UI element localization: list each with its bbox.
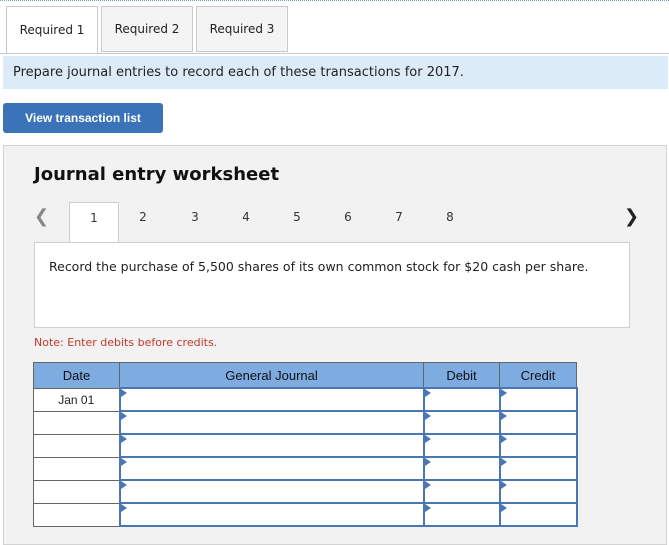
tab-required-1[interactable]: Required 1 [6,6,98,54]
table-row: Jan 01 [33,387,578,412]
dropdown-marker-icon [500,412,507,420]
page-4[interactable]: 4 [238,210,254,224]
page-3[interactable]: 3 [187,210,203,224]
header-debit: Debit [423,362,500,389]
date-cell[interactable] [33,456,120,481]
tab-required-2[interactable]: Required 2 [101,6,193,52]
credit-input[interactable] [498,502,578,527]
credit-input[interactable] [498,456,578,481]
table-row [33,410,578,435]
top-dotted-line [0,0,669,1]
transaction-description: Record the purchase of 5,500 shares of i… [34,242,630,328]
tab-required-3[interactable]: Required 3 [196,6,288,52]
table-row [33,433,578,458]
header-date: Date [33,362,120,389]
debit-input[interactable] [422,502,501,527]
date-cell[interactable] [33,433,120,458]
page-2[interactable]: 2 [135,210,151,224]
dropdown-marker-icon [424,389,431,397]
chevron-left-icon[interactable]: ❮ [34,206,49,227]
tab-divider [0,53,669,54]
date-cell: Jan 01 [33,387,120,412]
journal-worksheet-panel: Journal entry worksheet ❮ 1 2 3 4 5 6 7 … [3,145,667,545]
account-input[interactable] [118,387,425,412]
credit-input[interactable] [498,479,578,504]
page-5[interactable]: 5 [289,210,305,224]
page-1[interactable]: 1 [69,202,119,244]
date-cell[interactable] [33,479,120,504]
table-row [33,456,578,481]
dropdown-marker-icon [500,481,507,489]
dropdown-marker-icon [120,504,127,512]
table-row [33,479,578,504]
dropdown-marker-icon [500,435,507,443]
instruction-banner: Prepare journal entries to record each o… [3,56,668,89]
page-7[interactable]: 7 [391,210,407,224]
date-cell[interactable] [33,410,120,435]
page-6[interactable]: 6 [340,210,356,224]
view-transaction-list-button[interactable]: View transaction list [3,103,163,133]
credit-input[interactable] [498,410,578,435]
debit-input[interactable] [422,433,501,458]
dropdown-marker-icon [424,504,431,512]
account-input[interactable] [118,433,425,458]
table-row [33,502,578,527]
dropdown-marker-icon [120,389,127,397]
header-credit: Credit [499,362,577,389]
dropdown-marker-icon [500,389,507,397]
account-input[interactable] [118,479,425,504]
table-header-row: Date General Journal Debit Credit [33,362,577,389]
worksheet-title: Journal entry worksheet [34,164,280,185]
dropdown-marker-icon [500,458,507,466]
chevron-right-icon[interactable]: ❯ [624,206,639,227]
entry-note: Note: Enter debits before credits. [34,336,218,349]
debit-input[interactable] [422,456,501,481]
debit-input[interactable] [422,410,501,435]
page-8[interactable]: 8 [442,210,458,224]
dropdown-marker-icon [120,481,127,489]
dropdown-marker-icon [120,412,127,420]
credit-input[interactable] [498,387,578,412]
account-input[interactable] [118,456,425,481]
account-input[interactable] [118,410,425,435]
dropdown-marker-icon [120,435,127,443]
debit-input[interactable] [422,387,501,412]
header-general-journal: General Journal [119,362,424,389]
credit-input[interactable] [498,433,578,458]
dropdown-marker-icon [424,481,431,489]
dropdown-marker-icon [424,458,431,466]
dropdown-marker-icon [120,458,127,466]
date-cell[interactable] [33,502,120,527]
journal-table: Date General Journal Debit Credit Jan 01 [33,362,578,527]
account-input[interactable] [118,502,425,527]
dropdown-marker-icon [500,504,507,512]
dropdown-marker-icon [424,435,431,443]
tab-bar: Required 1 Required 2 Required 3 [6,6,291,54]
debit-input[interactable] [422,479,501,504]
dropdown-marker-icon [424,412,431,420]
